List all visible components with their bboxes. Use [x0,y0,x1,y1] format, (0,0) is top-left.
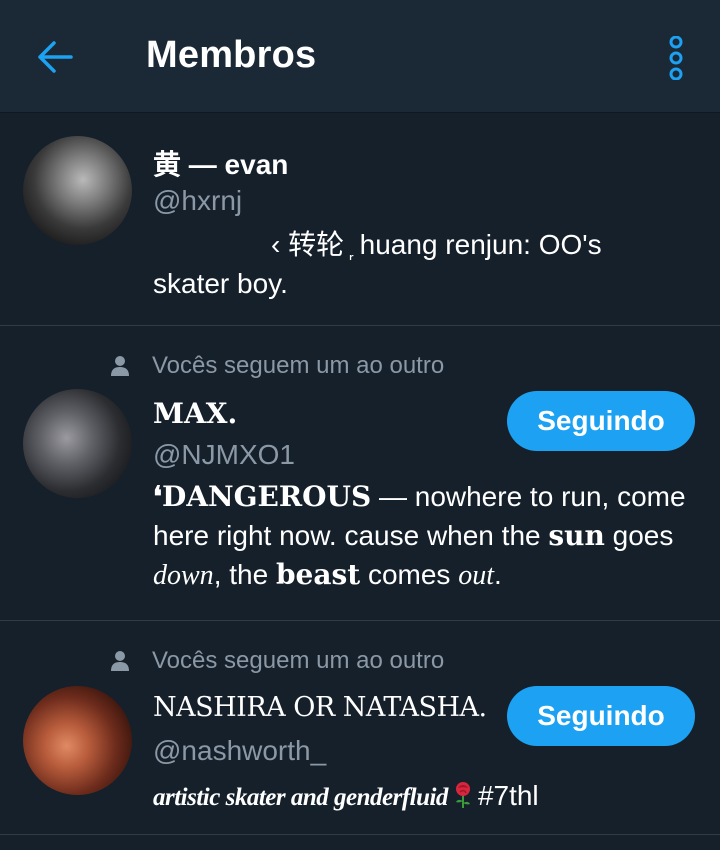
member-bio: ❛DANGEROUS — nowhere to run, come here r… [153,477,701,595]
list-item[interactable]: Vocês seguem um ao outro NASHIRA OR NATAS… [0,621,720,835]
bio-text: . [494,559,502,590]
member-bio: ‹ 转轮 ᷊ huang renjun: OO's skater boy. [153,225,701,303]
member-name: 黄 — evan [153,149,289,180]
bio-italic: out [458,560,494,591]
following-button[interactable]: Seguindo [507,686,695,746]
member-handle: @hxrnj [153,185,243,216]
bio-strong: sun [548,519,605,552]
member-name: MAX. [153,397,238,430]
social-context: Vocês seguem um ao outro [110,352,444,380]
bio-italic: down [153,560,214,591]
social-context-label: Vocês seguem um ao outro [152,352,445,379]
social-context-label: Vocês seguem um ao outro [152,647,445,674]
avatar[interactable] [23,389,132,498]
bio-script-text: artistic skater and genderfluid [153,784,448,811]
list-item[interactable]: Vocês seguem um ao outro MAX. Seguindo @NJM… [0,326,720,621]
rose-emoji-icon [452,780,474,808]
bio-strong: DANGEROUS [162,480,372,513]
page-title: Membros [146,34,317,76]
more-vertical-icon [669,36,683,80]
bio-quote-mark: ❛ [153,480,163,513]
member-handle: @NJMXO1 [153,439,295,470]
more-options-button[interactable] [656,30,696,86]
member-handle: @nashworth_ [153,735,327,766]
bio-hashtag[interactable]: #7thl [478,780,539,811]
person-icon [110,650,130,672]
bio-strong: beast [275,558,361,591]
following-button[interactable]: Seguindo [507,391,695,451]
bio-text: , the [213,559,276,590]
member-bio: artistic skater and genderfluid #7thl [153,776,701,817]
members-list: 黄 — evan @hxrnj ‹ 转轮 ᷊ huang renjun: OO'… [0,113,720,835]
member-name: NASHIRA OR NATASHA. [153,692,487,723]
bio-line: skater boy. [153,268,288,299]
avatar[interactable] [23,686,132,795]
bio-text: goes [604,520,674,551]
social-context: Vocês seguem um ao outro [110,647,444,675]
back-button[interactable] [30,32,80,82]
person-icon [110,355,130,377]
list-item[interactable]: 黄 — evan @hxrnj ‹ 转轮 ᷊ huang renjun: OO'… [0,113,720,326]
bio-text: comes [360,559,459,590]
app-header: Membros [0,0,720,113]
arrow-left-icon [38,41,73,73]
bio-line: ‹ 转轮 ᷊ huang renjun: OO's [271,229,602,260]
avatar[interactable] [23,136,132,245]
